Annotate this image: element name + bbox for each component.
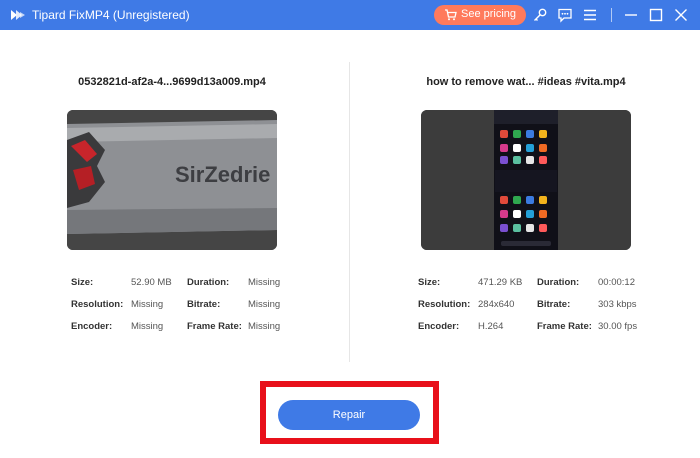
- left-video-thumbnail: SirZedrie: [67, 110, 277, 250]
- app-title: Tipard FixMP4 (Unregistered): [32, 8, 190, 22]
- phone-app-icon: [539, 156, 547, 164]
- left-framerate-label: Frame Rate:: [187, 321, 242, 332]
- left-bitrate-value: Missing: [248, 299, 281, 310]
- phone-app-icon: [539, 144, 547, 152]
- column-divider: [349, 62, 350, 362]
- left-thumbnail-image: SirZedrie: [67, 110, 277, 250]
- cart-icon: [445, 9, 457, 21]
- phone-app-icon: [513, 224, 521, 232]
- left-thumb-watermark: SirZedrie: [175, 162, 270, 187]
- menu-icon[interactable]: [582, 7, 598, 23]
- phone-app-icon: [513, 144, 521, 152]
- left-size-label: Size:: [71, 277, 94, 288]
- close-icon[interactable]: [673, 7, 689, 23]
- right-bitrate-label: Bitrate:: [537, 299, 571, 310]
- phone-app-icon: [513, 130, 521, 138]
- title-bar: Tipard FixMP4 (Unregistered) See pricing: [0, 0, 700, 30]
- right-duration-value: 00:00:12: [598, 277, 635, 288]
- phone-app-icon: [500, 144, 508, 152]
- phone-app-icon: [513, 210, 521, 218]
- right-resolution-value: 284x640: [478, 299, 515, 310]
- phone-app-icon: [513, 156, 521, 164]
- phone-app-icon: [500, 224, 508, 232]
- phone-app-icon: [539, 210, 547, 218]
- phone-app-icon: [526, 144, 534, 152]
- right-duration-label: Duration:: [537, 277, 580, 288]
- left-resolution-value: Missing: [131, 299, 164, 310]
- phone-app-icon: [526, 130, 534, 138]
- right-file-name: how to remove wat... #ideas #vita.mp4: [426, 76, 626, 88]
- title-bar-separator: [611, 8, 612, 22]
- left-framerate-value: Missing: [248, 321, 281, 332]
- phone-app-icon: [539, 196, 547, 204]
- phone-app-icon: [526, 210, 534, 218]
- left-file-name: 0532821d-af2a-4...9699d13a009.mp4: [78, 76, 266, 88]
- phone-app-icon: [513, 196, 521, 204]
- phone-app-icon: [526, 224, 534, 232]
- right-bitrate-value: 303 kbps: [598, 299, 637, 310]
- phone-app-icon: [500, 196, 508, 204]
- see-pricing-button[interactable]: See pricing: [434, 5, 526, 25]
- key-icon[interactable]: [532, 7, 548, 23]
- maximize-icon[interactable]: [648, 7, 664, 23]
- right-size-value: 471.29 KB: [478, 277, 523, 288]
- logo-icon: [11, 10, 25, 20]
- phone-app-icon: [539, 224, 547, 232]
- phone-app-icon: [539, 130, 547, 138]
- left-duration-label: Duration:: [187, 277, 230, 288]
- minimize-icon[interactable]: [623, 7, 639, 23]
- main-content: 0532821d-af2a-4...9699d13a009.mp4 SirZed…: [0, 30, 700, 458]
- phone-app-icon: [500, 130, 508, 138]
- left-encoder-label: Encoder:: [71, 321, 113, 332]
- feedback-icon[interactable]: [557, 7, 573, 23]
- left-encoder-value: Missing: [131, 321, 164, 332]
- see-pricing-label: See pricing: [461, 8, 517, 20]
- left-bitrate-label: Bitrate:: [187, 299, 221, 310]
- right-framerate-label: Frame Rate:: [537, 321, 592, 332]
- right-framerate-value: 30.00 fps: [598, 321, 638, 332]
- phone-app-icon: [500, 156, 508, 164]
- left-resolution-label: Resolution:: [71, 299, 124, 310]
- repair-button[interactable]: Repair: [278, 400, 420, 430]
- left-duration-value: Missing: [248, 277, 281, 288]
- phone-app-icon: [526, 196, 534, 204]
- left-size-value: 52.90 MB: [131, 277, 172, 288]
- right-thumbnail-image: [421, 110, 631, 250]
- right-encoder-value: H.264: [478, 321, 504, 332]
- right-resolution-label: Resolution:: [418, 299, 471, 310]
- right-video-thumbnail: [421, 110, 631, 250]
- phone-app-icon: [500, 210, 508, 218]
- right-encoder-label: Encoder:: [418, 321, 460, 332]
- phone-app-icon: [526, 156, 534, 164]
- right-size-label: Size:: [418, 277, 441, 288]
